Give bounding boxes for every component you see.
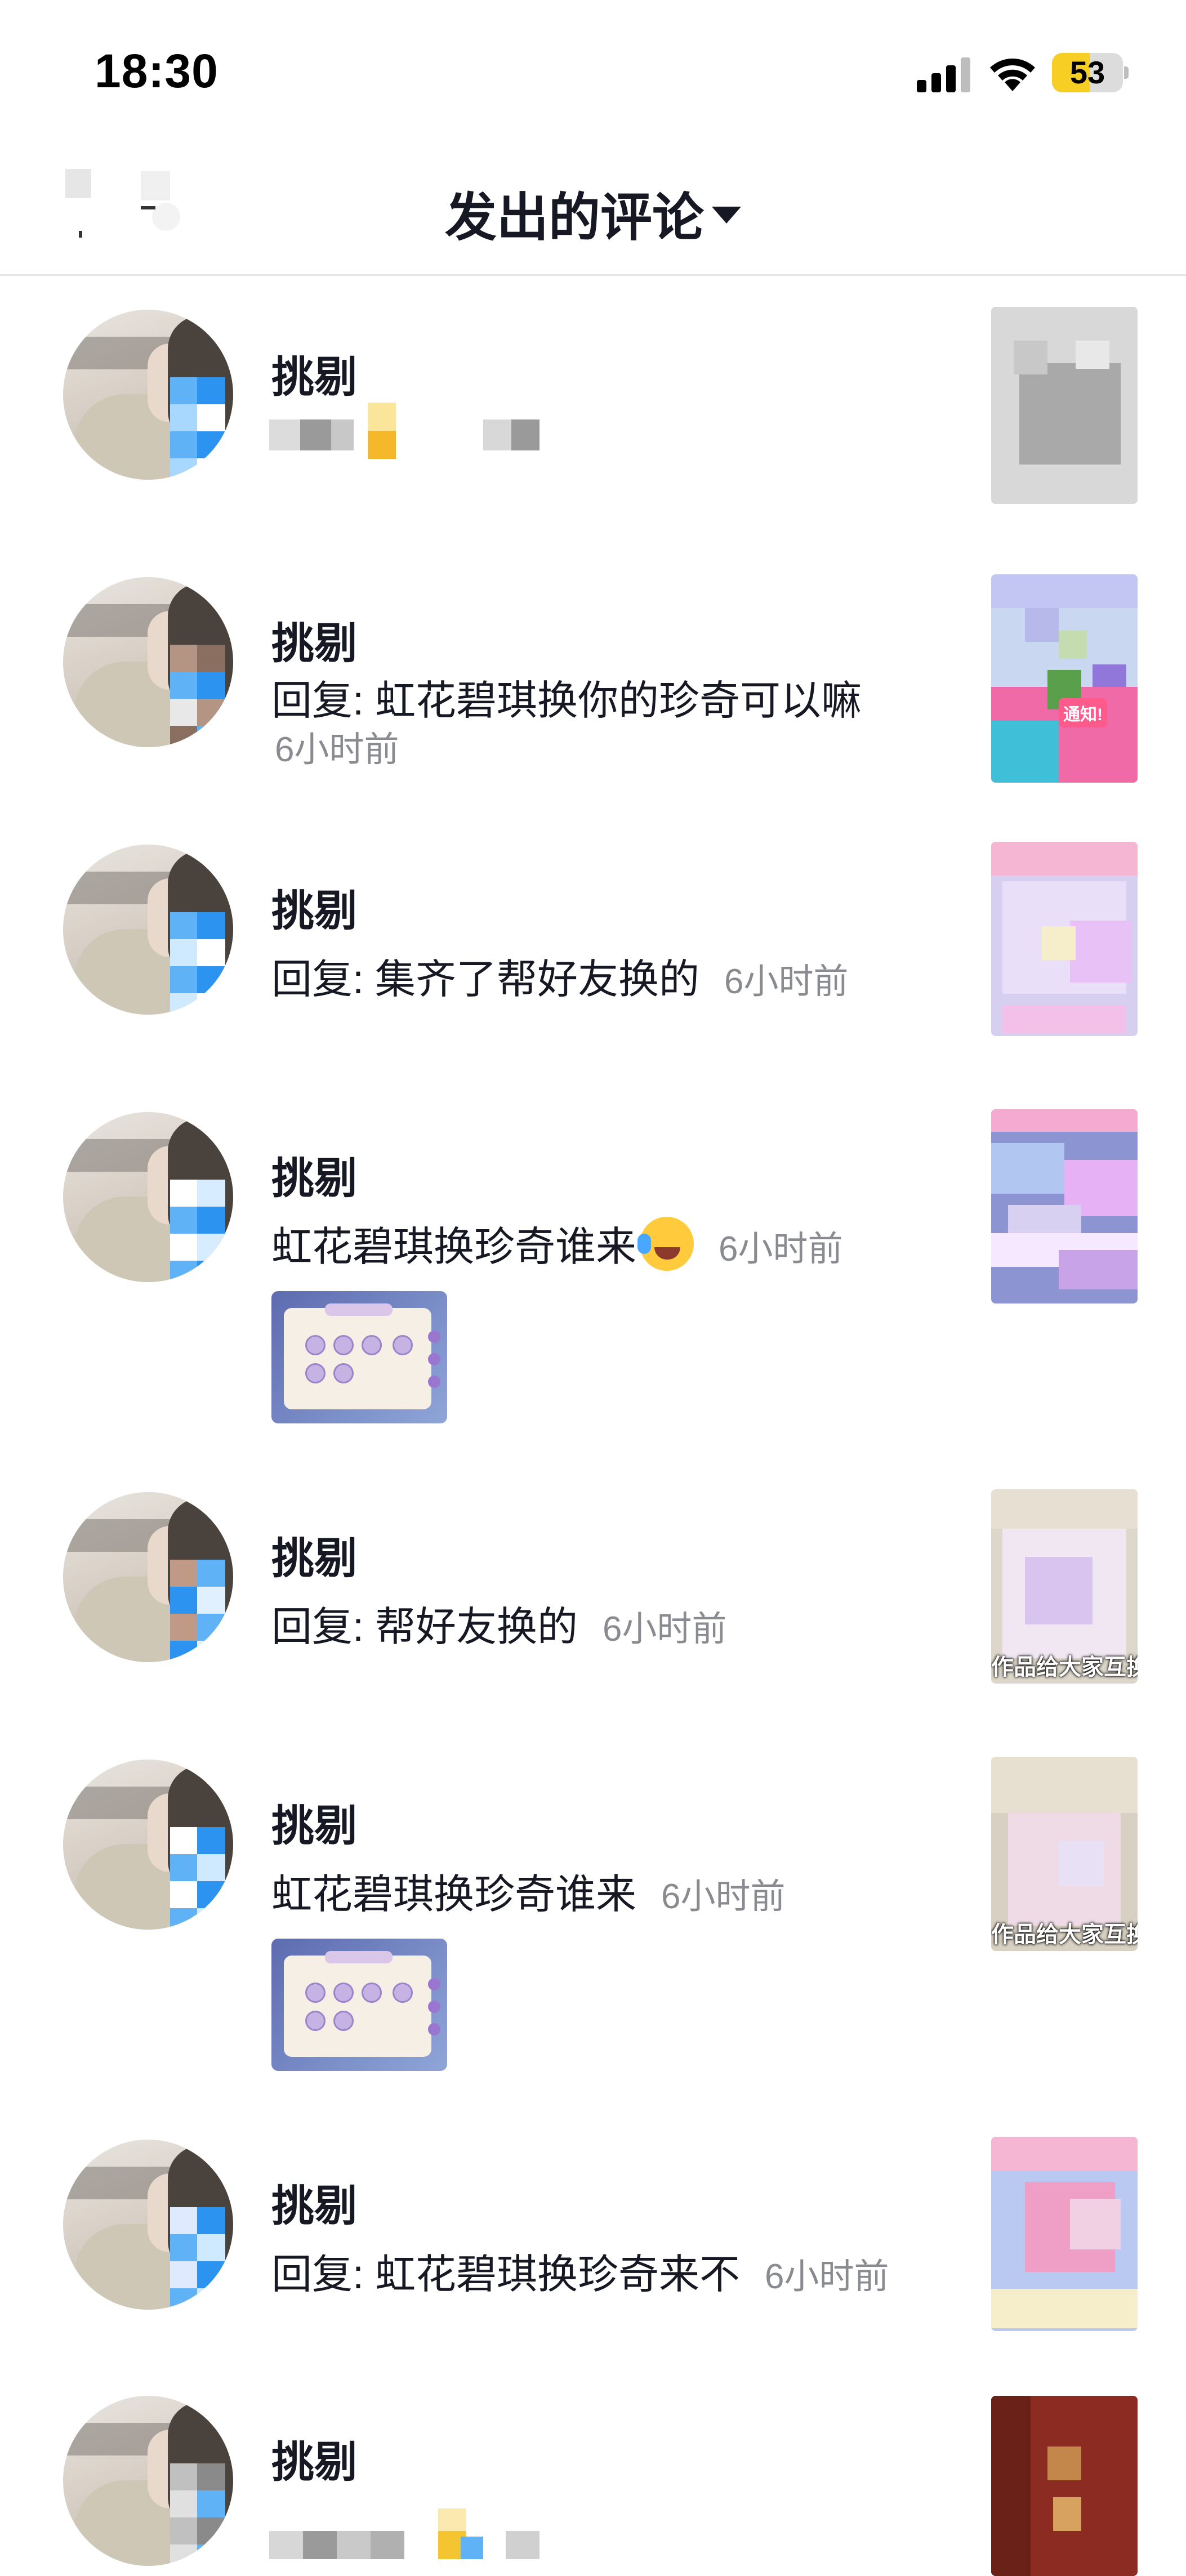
video-thumbnail[interactable]	[991, 842, 1138, 1036]
comment-text: 回复: 虹花碧琪换珍奇来不 6小时前	[271, 2241, 889, 2300]
page-title-dropdown[interactable]: 发出的评论	[0, 176, 1186, 251]
thumbnail-caption: 作品给大家互换	[991, 1922, 1138, 1947]
comment-body: 虹花碧琪换珍奇谁来	[271, 1872, 637, 1917]
status-bar: 18:30 53	[0, 0, 1186, 141]
video-thumbnail[interactable]: 作品给大家互换	[991, 1757, 1138, 1951]
cellular-signal-icon	[917, 56, 970, 92]
comment-timestamp: 6小时前	[765, 2257, 889, 2296]
comment-author[interactable]: 挑剔	[271, 2427, 357, 2489]
user-avatar[interactable]	[63, 845, 233, 1015]
comment-timestamp: 6小时前	[661, 1877, 786, 1916]
user-avatar[interactable]	[63, 2140, 233, 2310]
comment-body: 虹花碧琪换珍奇谁来	[271, 1225, 637, 1270]
user-avatar[interactable]	[63, 2396, 233, 2566]
comment-timestamp: 6小时前	[719, 1230, 843, 1269]
comment-timestamp: 6小时前	[724, 962, 849, 1001]
video-thumbnail[interactable]: 通知!	[991, 574, 1138, 783]
laughing-tears-emoji-icon	[637, 1217, 694, 1271]
thumbnail-badge: 通知!	[1059, 698, 1107, 727]
thumbnail-caption: 作品给大家互换	[991, 1655, 1138, 1680]
user-avatar[interactable]	[63, 1112, 233, 1282]
comment-text: 虹花碧琪换珍奇谁来 6小时前	[271, 1861, 786, 1920]
video-thumbnail[interactable]	[991, 307, 1138, 504]
comment-author[interactable]: 挑剔	[271, 1791, 357, 1853]
comment-image-attachment[interactable]	[271, 1291, 447, 1423]
comment-author[interactable]: 挑剔	[271, 876, 357, 938]
video-thumbnail[interactable]	[991, 2137, 1138, 2331]
user-avatar[interactable]	[63, 310, 233, 480]
comment-body: 回复: 集齐了帮好友换的	[271, 957, 700, 1002]
comment-image-attachment[interactable]	[271, 1939, 447, 2071]
comment-timestamp: 6小时前	[603, 1610, 727, 1649]
user-avatar[interactable]	[63, 1492, 233, 1662]
comment-body: 回复: 帮好友换的	[271, 1605, 578, 1650]
video-thumbnail[interactable]	[991, 1109, 1138, 1303]
comment-text: 回复: 集齐了帮好友换的 6小时前	[271, 946, 849, 1005]
comment-timestamp: 6小时前	[275, 730, 399, 769]
battery-level: 53	[1069, 55, 1105, 90]
user-avatar[interactable]	[63, 1760, 233, 1930]
status-time: 18:30	[95, 44, 219, 97]
comment-text: 回复: 帮好友换的 6小时前	[271, 1593, 727, 1653]
comment-author[interactable]: 挑剔	[271, 609, 357, 671]
wifi-icon	[990, 59, 1035, 91]
user-avatar[interactable]	[63, 577, 233, 747]
comment-text: 回复: 虹花碧琪换你的珍奇可以嘛	[271, 667, 862, 726]
comment-text: 虹花碧琪换珍奇谁来 6小时前	[271, 1213, 843, 1273]
comment-author[interactable]: 挑剔	[271, 1524, 357, 1586]
page-title: 发出的评论	[444, 189, 704, 247]
comment-body: 回复: 虹花碧琪换你的珍奇可以嘛	[271, 678, 862, 724]
video-thumbnail[interactable]	[991, 2396, 1138, 2576]
battery-icon: 53	[1052, 53, 1129, 92]
comment-body: 回复: 虹花碧琪换珍奇来不	[271, 2252, 741, 2297]
comment-author[interactable]: 挑剔	[271, 342, 357, 404]
comment-author[interactable]: 挑剔	[271, 2171, 357, 2233]
video-thumbnail[interactable]: 作品给大家互换	[991, 1489, 1138, 1684]
comment-author[interactable]: 挑剔	[271, 1144, 357, 1206]
caret-down-icon	[712, 206, 741, 224]
